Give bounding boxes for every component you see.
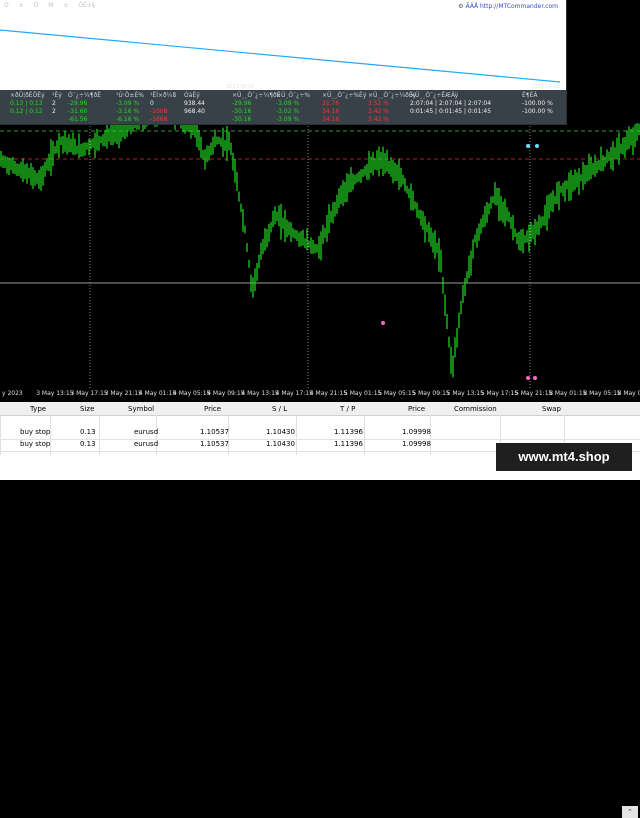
order-marker	[526, 376, 530, 380]
stats-header: ×ðÜ¦ðÈÕÊý	[10, 92, 45, 99]
time-tick-label: y 2023	[2, 390, 23, 397]
table-cell: 1.09998	[402, 428, 431, 436]
table-cell: buy stop	[20, 440, 51, 448]
time-tick-label: 5 May 09:15	[412, 390, 450, 397]
stats-cell: 968.40	[184, 108, 205, 115]
table-cell: 1.11396	[334, 428, 363, 436]
table-cell: 1.10537	[200, 428, 229, 436]
time-tick-label: 4 May 09:15	[207, 390, 245, 397]
stats-cell: 2	[52, 100, 56, 107]
time-tick-label: 4 May 05:15	[173, 390, 211, 397]
stats-cell: -29.96	[232, 100, 252, 107]
stats-cell: -1668	[150, 116, 168, 123]
stats-header: ×Ü¸Ó¯¿÷%	[276, 92, 311, 99]
order-marker	[381, 321, 385, 325]
stats-cell: -30.16	[232, 116, 252, 123]
stats-cell: 0.12 | 0.12	[10, 108, 43, 115]
table-cell: buy stop	[20, 428, 51, 436]
stats-cell: 2:07:04 | 2:07:04 | 2:07:04	[410, 100, 492, 107]
time-tick-label: 4 May 21:15	[309, 390, 348, 397]
stats-cell: -29.96	[68, 100, 88, 107]
time-tick-label: 8 May 05:15	[583, 390, 621, 397]
time-tick-label: 5 May 21:15	[515, 390, 553, 397]
time-tick-label: 5 May 01:15	[344, 390, 382, 397]
table-cell: eurusd	[134, 428, 159, 436]
stats-cell: -3.09 %	[116, 100, 140, 107]
stats-cell: 2	[52, 108, 56, 115]
stats-cell: -3.09 %	[276, 100, 300, 107]
table-cell: eurusd	[134, 440, 159, 448]
table-cell: 1.10537	[200, 440, 229, 448]
time-tick-label: 3 May 17:15	[70, 390, 108, 397]
column-header[interactable]: S / L	[272, 405, 287, 413]
stats-cell: -30.16	[232, 108, 252, 115]
table-cell: 1.10430	[266, 428, 295, 436]
stats-header: Ê¶ÊÂ	[522, 92, 538, 99]
stats-cell: 3.52 %	[368, 100, 389, 107]
column-header[interactable]: Price	[204, 405, 221, 413]
stats-cell: 34.16	[322, 108, 340, 115]
stats-header: ¹Ù·Ö±È%	[116, 92, 144, 99]
table-cell: 1.09998	[402, 440, 431, 448]
stats-header: Ó¯¿÷¼¶ðÊ	[68, 92, 102, 99]
stats-cell: -3.09 %	[276, 116, 300, 123]
table-cell: 0.13	[80, 440, 96, 448]
table-cell: 0.13	[80, 428, 96, 436]
column-header[interactable]: Symbol	[128, 405, 154, 413]
column-header[interactable]: T / P	[340, 405, 355, 413]
commander-panel: Ó ± Ó M ± ÔÊ±§ ⚙ ÃÄÅ http://MTCommander.c…	[0, 0, 567, 125]
stats-cell: 0.13 | 0.13	[10, 100, 43, 107]
stats-cell: 3.42 %	[368, 108, 389, 115]
table-cell: 1.10430	[266, 440, 295, 448]
time-axis: y 2023 3 May 13:15 3 May 17:15 3 May 21:15 4…	[0, 388, 640, 402]
time-tick-label: 3 May 13:15	[36, 390, 74, 397]
stats-cell: 0:01:45 | 0:01:45 | 0:01:45	[410, 108, 492, 115]
stats-cell: -100.00 %	[522, 108, 553, 115]
stats-cell: 34.16	[322, 116, 340, 123]
watermark: www.mt4.shop	[496, 443, 632, 471]
order-marker	[533, 376, 537, 380]
time-tick-label: 3 May 21:15	[104, 390, 142, 397]
stats-cell: 3.42 %	[368, 116, 389, 123]
time-tick-label: 5 May 13:15	[446, 390, 484, 397]
stats-cell: 0	[150, 100, 154, 107]
equity-curve	[0, 27, 566, 90]
stats-header: ×Ü¸¸Ó¯¿÷ÊÆÄÿ	[410, 92, 459, 99]
time-tick-label: 5 May 05:15	[378, 390, 416, 397]
column-header[interactable]: Size	[80, 405, 94, 413]
column-header[interactable]: Type	[30, 405, 46, 413]
time-tick-label: 4 May 01:15	[138, 390, 177, 397]
stats-header: ¹Êý	[52, 92, 62, 99]
table-cell: 1.11396	[334, 440, 363, 448]
stats-cell: -61.56	[68, 116, 88, 123]
column-header[interactable]: Price	[408, 405, 425, 413]
stats-header: ×Ü¸¸Ó¯¿÷¼¶ðÊ	[232, 92, 281, 99]
time-tick-label: 5 May 17:15	[480, 390, 519, 397]
order-marker	[526, 144, 530, 148]
stats-cell: -6.16 %	[116, 116, 140, 123]
stats-header: ÓàÊÿ	[184, 92, 200, 99]
time-tick-label: 8 May 01:15	[549, 390, 587, 397]
time-tick-label: 8 May 09:15	[617, 390, 640, 397]
stats-cell: -31.60	[68, 108, 88, 115]
stats-header: ×Ü¸¸Ó¯¿÷¼ðÊý	[368, 92, 417, 99]
scroll-up-icon[interactable]: ⌃	[622, 806, 638, 818]
stats-header: ×Ü¸¸Ó¯¿÷%Êý	[322, 92, 367, 99]
order-marker	[535, 144, 539, 148]
stats-cell: 938.44	[184, 100, 205, 107]
time-tick-label: 4 May 17:15	[275, 390, 313, 397]
time-tick-label: 4 May 13:15	[241, 390, 279, 397]
orders-header: Type Size Symbol Price S / L T / P Price Commis…	[0, 402, 640, 416]
column-header[interactable]: Swap	[542, 405, 561, 413]
stats-cell: -100.00 %	[522, 100, 553, 107]
column-header[interactable]: Commission	[454, 405, 497, 413]
stats-header: ¹ÊÌ×ð¼ß	[150, 92, 177, 99]
stats-cell: -1008	[150, 108, 168, 115]
stats-cell: -3.16 %	[116, 108, 140, 115]
stats-cell: 31.76	[322, 100, 340, 107]
stats-cell: -3.02 %	[276, 108, 300, 115]
